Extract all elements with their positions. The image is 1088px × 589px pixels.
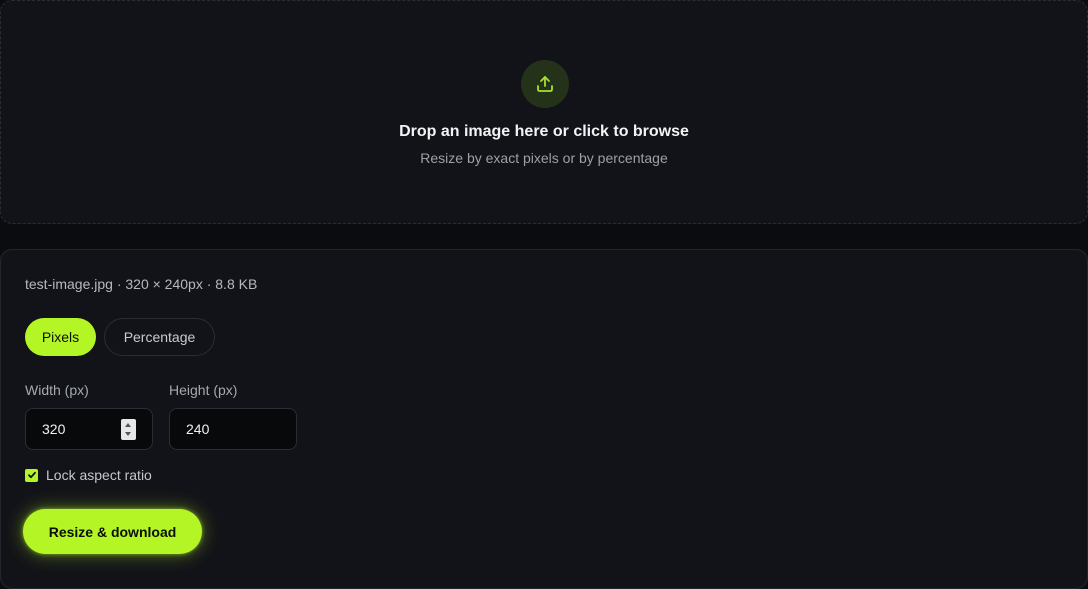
width-label: Width (px) xyxy=(25,382,89,398)
image-dropzone[interactable]: Drop an image here or click to browse Re… xyxy=(0,0,1088,224)
lock-aspect-ratio[interactable]: Lock aspect ratio xyxy=(25,467,152,483)
mode-percentage-button[interactable]: Percentage xyxy=(104,318,215,356)
width-value: 320 xyxy=(42,421,66,437)
lock-aspect-label: Lock aspect ratio xyxy=(46,467,152,483)
dropzone-subtitle: Resize by exact pixels or by percentage xyxy=(420,150,668,166)
width-input[interactable]: 320 xyxy=(25,408,153,450)
checkmark-icon xyxy=(27,471,36,479)
file-info: test-image.jpg · 320 × 240px · 8.8 KB xyxy=(25,276,258,292)
height-label: Height (px) xyxy=(169,382,238,398)
upload-icon xyxy=(521,60,569,108)
mode-pixels-button[interactable]: Pixels xyxy=(25,318,96,356)
lock-aspect-checkbox[interactable] xyxy=(25,468,38,482)
height-value: 240 xyxy=(186,421,210,437)
height-input[interactable]: 240 xyxy=(169,408,297,450)
resize-download-button[interactable]: Resize & download xyxy=(23,509,202,554)
number-spinner[interactable] xyxy=(121,419,136,440)
dropzone-title: Drop an image here or click to browse xyxy=(399,123,689,140)
